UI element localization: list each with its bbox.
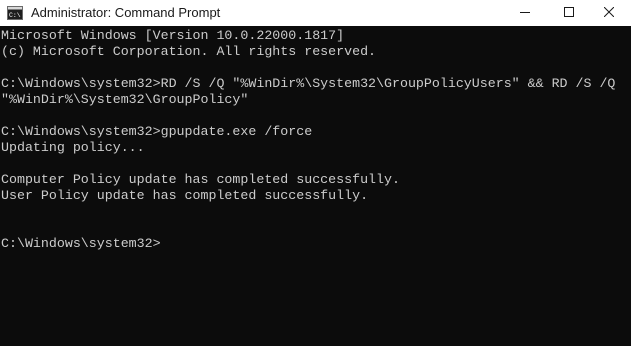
console-output[interactable]: Microsoft Windows [Version 10.0.22000.18… xyxy=(0,28,631,346)
console-line: C:\Windows\system32>RD /S /Q "%WinDir%\S… xyxy=(1,76,616,91)
console-line: Microsoft Windows [Version 10.0.22000.18… xyxy=(1,28,345,43)
close-icon xyxy=(603,4,615,22)
console-line: C:\Windows\system32>gpupdate.exe /force xyxy=(1,124,313,139)
command-prompt-window: C:\ Administrator: Command Prompt Micros… xyxy=(0,0,631,346)
cmd-icon: C:\ xyxy=(7,6,23,20)
svg-text:C:\: C:\ xyxy=(9,12,21,19)
console-line: Updating policy... xyxy=(1,140,145,155)
console-scrollbar[interactable] xyxy=(627,28,631,346)
close-button[interactable] xyxy=(587,0,631,26)
console-line: "%WinDir%\System32\GroupPolicy" xyxy=(1,92,249,107)
maximize-button[interactable] xyxy=(547,0,591,26)
console-line: User Policy update has completed success… xyxy=(1,188,369,203)
minimize-button[interactable] xyxy=(503,0,547,26)
maximize-icon xyxy=(564,4,574,22)
minimize-icon xyxy=(520,4,530,22)
title-bar[interactable]: C:\ Administrator: Command Prompt xyxy=(0,0,631,26)
console-line: (c) Microsoft Corporation. All rights re… xyxy=(1,44,377,59)
window-title: Administrator: Command Prompt xyxy=(31,5,221,20)
console-line: Computer Policy update has completed suc… xyxy=(1,172,400,187)
command-prompt-line[interactable]: C:\Windows\system32> xyxy=(1,236,631,252)
